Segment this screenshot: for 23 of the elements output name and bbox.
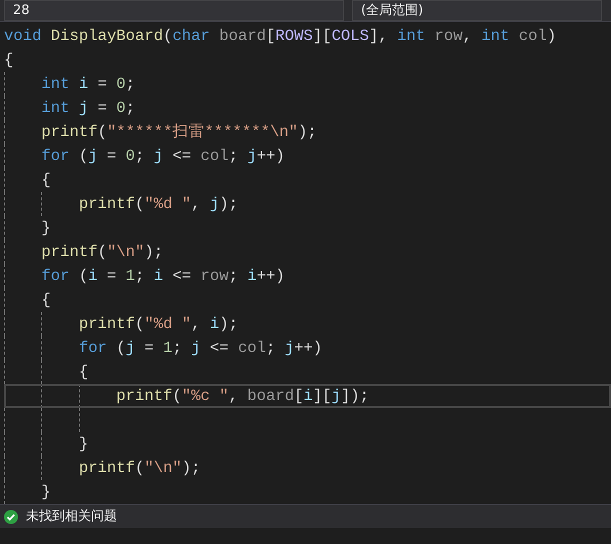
code-line: printf("\n");: [41, 242, 164, 263]
code-line: printf("%d ", i);: [78, 314, 238, 335]
code-line: printf("******扫雷*******\n");: [41, 122, 317, 143]
code-line: {: [4, 50, 14, 71]
issues-status: 未找到相关问题: [26, 508, 117, 526]
code-line: int j = 0;: [41, 98, 136, 119]
code-line: printf("%c ", board[i][j]);: [116, 386, 369, 407]
code-line: printf("\n");: [78, 458, 201, 479]
code-line: for (i = 1; i <= row; i++): [41, 266, 285, 287]
code-line: }: [78, 434, 88, 455]
code-line: }: [41, 218, 51, 239]
code-line: int i = 0;: [41, 74, 136, 95]
scope-dropdown[interactable]: (全局范围): [352, 0, 602, 21]
code-line: void DisplayBoard(char board[ROWS][COLS], int row, int col): [4, 26, 556, 47]
code-line: {: [41, 170, 51, 191]
code-line: printf("%d ", j);: [78, 194, 238, 215]
code-line: {: [78, 362, 88, 383]
code-line: }: [41, 482, 51, 503]
code-line: {: [41, 290, 51, 311]
code-line: for (j = 0; j <= col; j++): [41, 146, 285, 167]
check-icon: [4, 510, 18, 524]
code-line: for (j = 1; j <= col; j++): [78, 338, 322, 359]
project-dropdown[interactable]: 28: [4, 0, 344, 21]
